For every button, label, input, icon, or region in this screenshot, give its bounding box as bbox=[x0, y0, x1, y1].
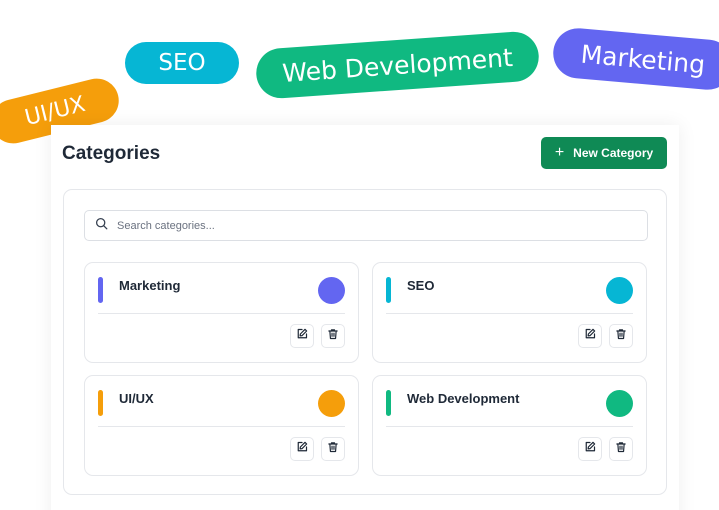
category-name: Web Development bbox=[407, 391, 520, 406]
category-color-bar bbox=[386, 277, 391, 303]
delete-button[interactable] bbox=[609, 437, 633, 461]
app-stage: UI/UX SEO Web Development Marketing Cate… bbox=[0, 0, 719, 510]
category-card-uiux: UI/UX bbox=[84, 375, 359, 476]
trash-icon bbox=[615, 440, 627, 458]
floating-tag-seo: SEO bbox=[125, 42, 239, 84]
edit-button[interactable] bbox=[578, 324, 602, 348]
categories-container: Marketing bbox=[63, 189, 667, 495]
category-name: UI/UX bbox=[119, 391, 154, 406]
floating-tag-marketing: Marketing bbox=[551, 26, 719, 92]
delete-button[interactable] bbox=[321, 437, 345, 461]
search-box[interactable] bbox=[84, 210, 648, 241]
edit-button[interactable] bbox=[290, 437, 314, 461]
new-category-label: New Category bbox=[573, 146, 654, 160]
trash-icon bbox=[615, 327, 627, 345]
category-color-swatch bbox=[606, 390, 633, 417]
card-divider bbox=[386, 426, 633, 427]
edit-icon bbox=[584, 440, 596, 458]
edit-button[interactable] bbox=[290, 324, 314, 348]
card-divider bbox=[386, 313, 633, 314]
plus-icon: + bbox=[554, 144, 565, 161]
trash-icon bbox=[327, 327, 339, 345]
category-name: SEO bbox=[407, 278, 435, 293]
floating-tag-web-development: Web Development bbox=[254, 30, 541, 100]
delete-button[interactable] bbox=[321, 324, 345, 348]
category-color-bar bbox=[98, 277, 103, 303]
category-color-swatch bbox=[606, 277, 633, 304]
edit-icon bbox=[296, 327, 308, 345]
new-category-button[interactable]: + New Category bbox=[541, 137, 667, 169]
delete-button[interactable] bbox=[609, 324, 633, 348]
category-color-bar bbox=[98, 390, 103, 416]
category-color-swatch bbox=[318, 277, 345, 304]
search-icon bbox=[95, 217, 108, 235]
edit-button[interactable] bbox=[578, 437, 602, 461]
category-card-web-development: Web Development bbox=[372, 375, 647, 476]
page-title: Categories bbox=[62, 143, 161, 164]
search-input[interactable] bbox=[117, 219, 617, 232]
edit-icon bbox=[584, 327, 596, 345]
categories-panel: Categories + New Category Marketing bbox=[51, 125, 679, 510]
category-card-seo: SEO bbox=[372, 262, 647, 363]
trash-icon bbox=[327, 440, 339, 458]
card-divider bbox=[98, 426, 345, 427]
category-color-bar bbox=[386, 390, 391, 416]
category-name: Marketing bbox=[119, 278, 181, 293]
category-color-swatch bbox=[318, 390, 345, 417]
edit-icon bbox=[296, 440, 308, 458]
card-divider bbox=[98, 313, 345, 314]
category-card-marketing: Marketing bbox=[84, 262, 359, 363]
